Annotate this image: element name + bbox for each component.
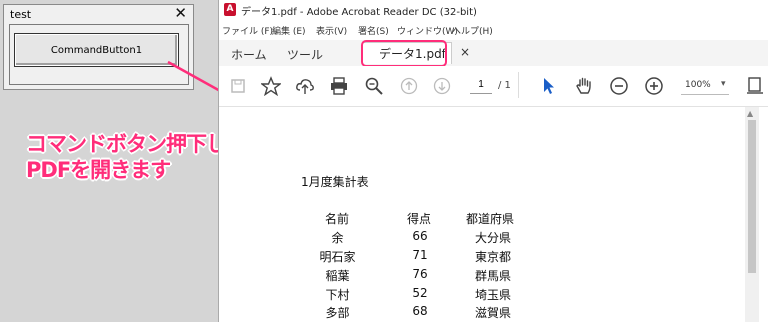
table-cell: 滋賀県	[474, 306, 511, 320]
acrobat-window: A データ1.pdf - Adobe Acrobat Reader DC (32…	[218, 0, 768, 322]
upload-icon[interactable]	[295, 76, 315, 96]
tab-home[interactable]: ホーム	[231, 46, 267, 63]
prev-page-icon[interactable]	[399, 76, 419, 96]
annotation-line-1: コマンドボタン押下して	[26, 132, 246, 156]
table-cell: 66	[412, 229, 428, 243]
tab-bar: ホーム ツール	[219, 40, 768, 67]
table-cell: 71	[412, 248, 428, 262]
toolbar-divider	[518, 72, 519, 98]
zoom-search-icon[interactable]	[364, 76, 384, 96]
window-title: データ1.pdf - Adobe Acrobat Reader DC (32-b…	[241, 7, 477, 18]
tab-close-icon[interactable]: ×	[460, 45, 470, 59]
menu-view[interactable]: 表示(V)	[316, 24, 347, 37]
menu-file[interactable]: ファイル (F)	[222, 24, 273, 37]
table-cell: 大分県	[474, 231, 511, 245]
select-cursor-icon[interactable]	[539, 76, 559, 96]
menu-help[interactable]: ヘルプ(H)	[452, 24, 493, 37]
scrollbar-thumb[interactable]	[748, 120, 756, 273]
chevron-down-icon: ▾	[721, 79, 726, 89]
next-page-icon[interactable]	[432, 76, 452, 96]
title-bar: A データ1.pdf - Adobe Acrobat Reader DC (32…	[219, 0, 768, 20]
annotation-text: コマンドボタン押下して PDFを開きます	[26, 131, 246, 183]
document-title: 1月度集計表	[301, 175, 369, 189]
table-cell: 明石家	[319, 250, 356, 264]
tab-tools[interactable]: ツール	[287, 46, 323, 63]
annotation-highlight-box	[361, 40, 447, 67]
print-icon[interactable]	[329, 76, 349, 96]
menu-sign[interactable]: 署名(S)	[358, 24, 389, 37]
table-cell: 76	[412, 267, 428, 281]
table-cell: 稲葉	[325, 269, 350, 283]
scroll-up-icon[interactable]: ▲	[747, 109, 753, 118]
table-header-name: 名前	[325, 212, 350, 226]
menu-window[interactable]: ウィンドウ(W)	[397, 24, 458, 37]
table-cell: 68	[412, 304, 428, 318]
zoom-value: 100%	[685, 80, 711, 90]
annotation-line-2: PDFを開きます	[26, 158, 171, 182]
table-cell: 多部	[325, 306, 350, 320]
bookmark-star-icon[interactable]	[261, 76, 281, 96]
page-fit-icon[interactable]	[745, 76, 765, 96]
table-cell: 群馬県	[474, 269, 511, 283]
save-icon[interactable]	[228, 76, 248, 96]
page-number-input[interactable]	[470, 76, 492, 94]
menu-bar: ファイル (F) 編集 (E) 表示(V) 署名(S) ウィンドウ(W) ヘルプ…	[219, 20, 768, 40]
table-header-score: 得点	[407, 212, 432, 226]
page-total: / 1	[498, 80, 511, 91]
hand-icon[interactable]	[574, 76, 594, 96]
zoom-in-icon[interactable]	[644, 76, 664, 96]
acrobat-app-icon: A	[224, 3, 236, 16]
zoom-out-icon[interactable]	[609, 76, 629, 96]
menu-edit[interactable]: 編集 (E)	[272, 24, 306, 37]
table-cell: 埼玉県	[474, 288, 511, 302]
table-cell: 下村	[325, 288, 350, 302]
table-header-prefecture: 都道府県	[466, 212, 515, 226]
table-cell: 余	[331, 231, 344, 245]
table-cell: 52	[412, 286, 428, 300]
table-cell: 東京都	[474, 250, 511, 264]
